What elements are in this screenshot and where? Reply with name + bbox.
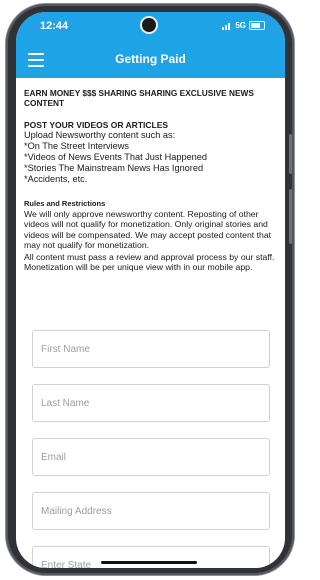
post-line: *On The Street Interviews bbox=[24, 141, 130, 151]
network-type: 5G bbox=[235, 21, 246, 30]
first-name-input[interactable] bbox=[33, 331, 269, 367]
post-section-title: POST YOUR VIDEOS OR ARTICLES bbox=[24, 120, 169, 130]
home-indicator[interactable] bbox=[101, 561, 197, 564]
post-line: Upload Newsworthy content such as: bbox=[24, 130, 176, 140]
rules-title: Rules and Restrictions bbox=[24, 199, 106, 208]
info-content: EARN MONEY $$$ SHARING SHARING EXCLUSIVE… bbox=[24, 88, 277, 272]
mailing-address-input[interactable] bbox=[33, 493, 269, 529]
post-line: *Stories The Mainstream News Has Ignored bbox=[24, 163, 204, 173]
state-field[interactable] bbox=[32, 546, 270, 568]
email-field[interactable] bbox=[32, 438, 270, 476]
last-name-input[interactable] bbox=[33, 385, 269, 421]
rules-text-approval: All content must pass a review and appro… bbox=[24, 251, 275, 273]
rules-text: We will only approve newsworthy content.… bbox=[24, 209, 272, 251]
front-camera-icon bbox=[142, 18, 156, 32]
first-name-field[interactable] bbox=[32, 330, 270, 368]
battery-icon bbox=[249, 21, 265, 30]
app-screen: 12:44 5G Getting Paid EARN MONEY $$$ SHA… bbox=[16, 12, 285, 568]
app-bar: Getting Paid bbox=[16, 42, 285, 78]
page-title: Getting Paid bbox=[115, 52, 186, 66]
status-time: 12:44 bbox=[40, 20, 69, 32]
last-name-field[interactable] bbox=[32, 384, 270, 422]
state-input[interactable] bbox=[33, 547, 269, 568]
earn-money-heading: EARN MONEY $$$ SHARING SHARING EXCLUSIVE… bbox=[24, 88, 254, 108]
post-line: *Videos of News Events That Just Happene… bbox=[24, 152, 208, 162]
mailing-address-field[interactable] bbox=[32, 492, 270, 530]
email-input[interactable] bbox=[33, 439, 269, 475]
power-button bbox=[289, 189, 292, 244]
status-bar: 12:44 5G bbox=[16, 12, 285, 42]
volume-button bbox=[289, 134, 292, 174]
signal-icon bbox=[222, 22, 231, 30]
post-line: *Accidents, etc. bbox=[24, 174, 88, 184]
status-indicators: 5G bbox=[222, 21, 265, 30]
